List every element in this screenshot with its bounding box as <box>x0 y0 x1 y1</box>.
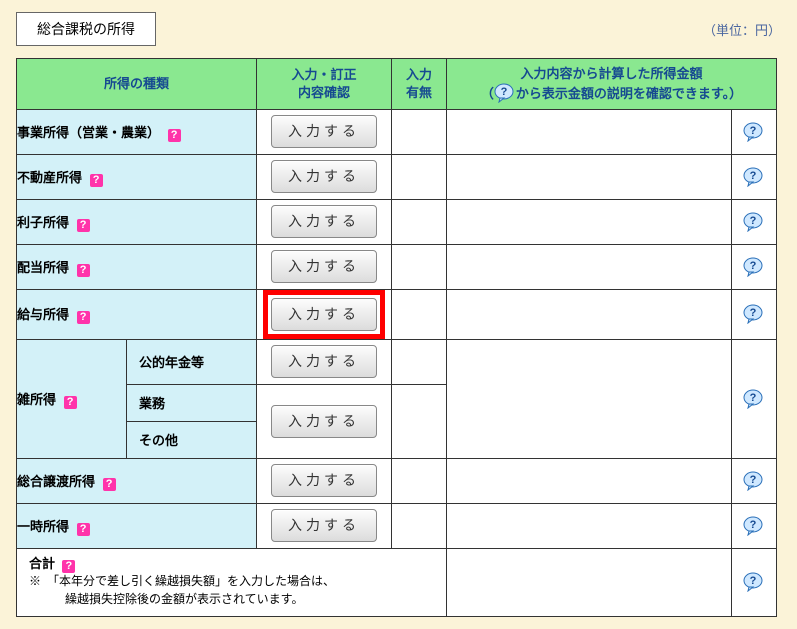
flag-interest <box>392 199 447 244</box>
help-icon[interactable]: ? <box>743 122 765 142</box>
label-real-estate: 不動産所得 ? <box>17 154 257 199</box>
total-note-2: 繰越損失控除後の金額が表示されています。 <box>29 592 303 606</box>
label-dividend: 配当所得 ? <box>17 244 257 289</box>
label-misc-business: 業務 <box>127 384 257 421</box>
row-misc-pension: 雑所得 ? 公的年金等 入力する ? <box>17 339 777 384</box>
header-row: 所得の種類 入力・訂正 内容確認 入力 有無 入力内容から計算した所得金額 （?… <box>17 59 777 110</box>
svg-text:?: ? <box>750 307 757 319</box>
help-icon[interactable]: ? <box>743 257 765 277</box>
unit-label: （単位：円） <box>703 20 781 39</box>
question-mark-icon[interactable]: ? <box>168 129 181 142</box>
highlight-frame: 入力する <box>265 292 383 337</box>
question-mark-icon[interactable]: ? <box>103 478 116 491</box>
svg-text:?: ? <box>750 260 757 272</box>
question-mark-icon[interactable]: ? <box>77 311 90 324</box>
label-salary: 給与所得 ? <box>17 289 257 339</box>
calc-transfer <box>447 458 732 503</box>
input-button-interest[interactable]: 入力する <box>271 205 377 238</box>
row-total: 合計 ? ※ 「本年分で差し引く繰越損失額」を入力した場合は、 繰越損失控除後の… <box>17 548 777 617</box>
label-misc-other: その他 <box>127 421 257 458</box>
svg-text:?: ? <box>750 392 757 404</box>
svg-text:?: ? <box>750 519 757 531</box>
input-cell-business: 入力する <box>257 109 392 154</box>
input-button-salary[interactable]: 入力する <box>271 298 377 331</box>
flag-occasional <box>392 503 447 548</box>
flag-real-estate <box>392 154 447 199</box>
question-mark-icon[interactable]: ? <box>90 174 103 187</box>
calc-real-estate <box>447 154 732 199</box>
flag-misc-business-other <box>392 384 447 458</box>
input-button-misc-pension[interactable]: 入力する <box>271 345 377 378</box>
label-business: 事業所得（営業・農業） ? <box>17 109 257 154</box>
flag-misc-pension <box>392 339 447 384</box>
input-button-real-estate[interactable]: 入力する <box>271 160 377 193</box>
help-icon[interactable]: ? <box>743 304 765 324</box>
calc-total <box>447 548 732 617</box>
calc-misc <box>447 339 732 458</box>
row-business: 事業所得（営業・農業） ? 入力する ? <box>17 109 777 154</box>
calc-business <box>447 109 732 154</box>
input-button-business[interactable]: 入力する <box>271 115 377 148</box>
input-button-dividend[interactable]: 入力する <box>271 250 377 283</box>
calc-dividend <box>447 244 732 289</box>
svg-text:?: ? <box>750 474 757 486</box>
help-icon[interactable]: ? <box>743 389 765 409</box>
help-icon[interactable]: ? <box>743 516 765 536</box>
calc-occasional <box>447 503 732 548</box>
total-note-1: ※ 「本年分で差し引く繰越損失額」を入力した場合は、 <box>29 574 335 588</box>
input-button-transfer[interactable]: 入力する <box>271 464 377 497</box>
help-icon[interactable]: ? <box>743 167 765 187</box>
label-occasional: 一時所得 ? <box>17 503 257 548</box>
label-misc: 雑所得 ? <box>17 339 127 458</box>
section-title: 総合課税の所得 <box>16 12 156 46</box>
help-icon[interactable]: ? <box>743 212 765 232</box>
question-mark-icon[interactable]: ? <box>77 523 90 536</box>
row-occasional: 一時所得 ? 入力する ? <box>17 503 777 548</box>
question-mark-icon[interactable]: ? <box>77 219 90 232</box>
svg-text:?: ? <box>750 125 757 137</box>
flag-dividend <box>392 244 447 289</box>
flag-business <box>392 109 447 154</box>
svg-text:?: ? <box>750 575 757 587</box>
label-misc-pension: 公的年金等 <box>127 339 257 384</box>
row-dividend: 配当所得 ? 入力する ? <box>17 244 777 289</box>
help-icon[interactable]: ? <box>743 471 765 491</box>
label-transfer: 総合譲渡所得 ? <box>17 458 257 503</box>
svg-text:?: ? <box>750 215 757 227</box>
row-salary: 給与所得 ? 入力する ? <box>17 289 777 339</box>
question-mark-icon[interactable]: ? <box>62 560 75 573</box>
svg-text:?: ? <box>750 170 757 182</box>
header-calc: 入力内容から計算した所得金額 （?から表示金額の説明を確認できます。） <box>447 59 777 110</box>
question-mark-icon[interactable]: ? <box>77 264 90 277</box>
flag-transfer <box>392 458 447 503</box>
header-calc-line1: 入力内容から計算した所得金額 <box>451 65 772 83</box>
header-type: 所得の種類 <box>17 59 257 110</box>
header-calc-line2: （?から表示金額の説明を確認できます。） <box>451 83 772 103</box>
top-bar: 総合課税の所得 （単位：円） <box>16 12 781 46</box>
row-real-estate: 不動産所得 ? 入力する ? <box>17 154 777 199</box>
row-transfer: 総合譲渡所得 ? 入力する ? <box>17 458 777 503</box>
income-table: 所得の種類 入力・訂正 内容確認 入力 有無 入力内容から計算した所得金額 （?… <box>16 58 777 617</box>
header-flag: 入力 有無 <box>392 59 447 110</box>
calc-interest <box>447 199 732 244</box>
row-interest: 利子所得 ? 入力する ? <box>17 199 777 244</box>
label-total: 合計 ? ※ 「本年分で差し引く繰越損失額」を入力した場合は、 繰越損失控除後の… <box>17 548 447 617</box>
header-confirm: 入力・訂正 内容確認 <box>257 59 392 110</box>
svg-text:?: ? <box>501 86 508 98</box>
calc-salary <box>447 289 732 339</box>
label-interest: 利子所得 ? <box>17 199 257 244</box>
help-icon: ? <box>494 83 516 103</box>
input-button-misc-business-other[interactable]: 入力する <box>271 405 377 438</box>
question-mark-icon[interactable]: ? <box>64 396 77 409</box>
input-button-occasional[interactable]: 入力する <box>271 509 377 542</box>
help-icon[interactable]: ? <box>743 572 765 592</box>
flag-salary <box>392 289 447 339</box>
